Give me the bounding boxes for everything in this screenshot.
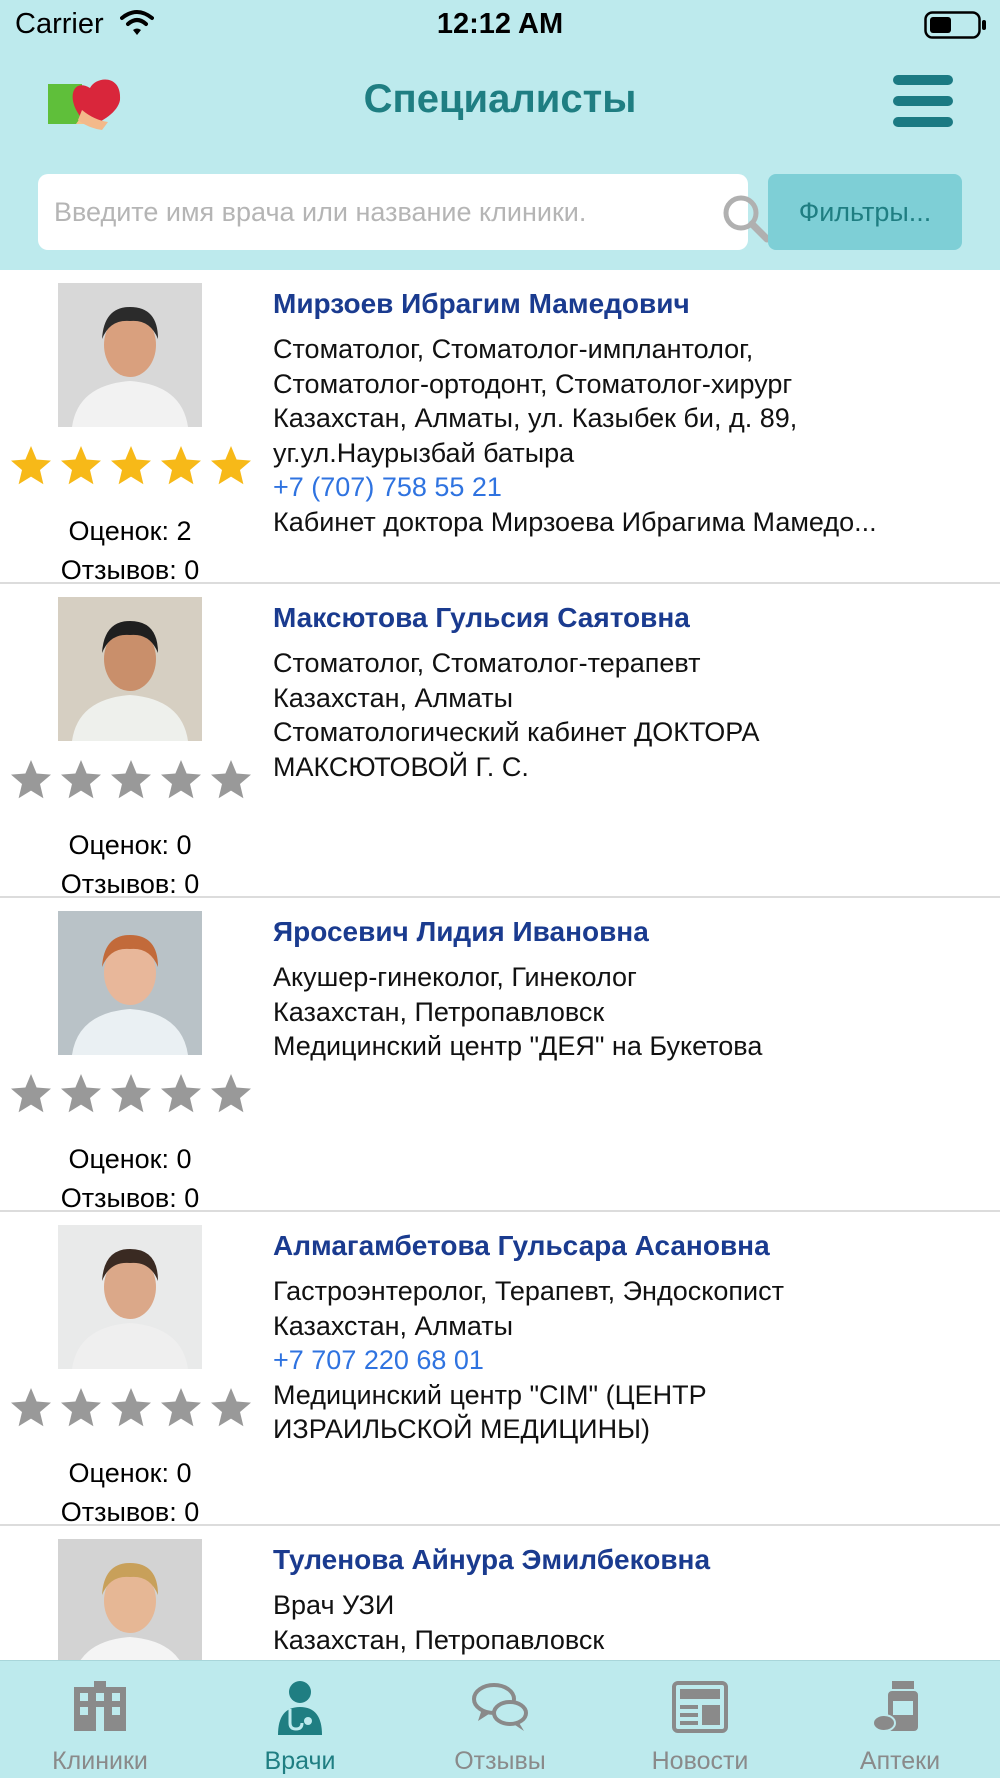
ratings-count: Оценок: 0 [68,830,192,860]
star-icon [58,757,108,803]
doctor-name[interactable]: Алмагамбетова Гульсара Асановна [273,1228,988,1264]
app-header: Carrier 12:12 AM Специалисты Фильтры... [0,0,1000,270]
doctor-detail: Медицинский центр "CIM" (ЦЕНТР [273,1379,707,1410]
tab-label: Клиники [52,1747,148,1775]
star-icon [58,443,108,489]
rating-counts: Оценок: 0 Отзывов: 0 [40,1454,220,1532]
doctor-card[interactable]: Оценок: 0 Отзывов: 0 Максютова Гульсия Сая… [0,584,1000,899]
doctor-detail: Стоматолог-ортодонт, Стоматолог-хирург [273,368,793,399]
doctor-info: Туленова Айнура Эмилбековна Врач УЗИ Казах… [273,1542,988,1657]
doctor-name[interactable]: Туленова Айнура Эмилбековна [273,1542,988,1578]
doctor-photo[interactable] [58,1225,202,1369]
rating-stars [8,757,258,803]
phone-link[interactable]: +7 707 220 68 01 [273,1343,988,1378]
doctor-detail: Казахстан, Алматы [273,682,514,713]
ratings-count: Оценок: 0 [68,1144,192,1174]
doctor-card[interactable]: Оценок: 0 Отзывов: 0 Алмагамбетова Гульсар… [0,1212,1000,1527]
rating-stars [8,1071,258,1117]
star-icon [108,1071,158,1117]
star-icon [58,1071,108,1117]
phone-link[interactable]: +7 (707) 758 55 21 [273,470,988,505]
tab-newspaper[interactable]: Новости [600,1661,800,1778]
star-icon [208,757,258,803]
star-icon [158,443,208,489]
rating-counts: Оценок: 2 Отзывов: 0 [40,512,220,590]
doctor-detail: Казахстан, Алматы [273,1310,514,1341]
tab-label: Отзывы [454,1747,546,1775]
star-icon [8,1071,58,1117]
page-title: Специалисты [363,77,637,121]
doctor-detail: Стоматологический кабинет ДОКТОРА [273,717,760,747]
star-icon [8,1385,58,1431]
hamburger-icon[interactable] [893,75,953,127]
doctor-list: Оценок: 2 Отзывов: 0 Мирзоев Ибрагим Мамед… [0,270,1000,1660]
doctor-info: Максютова Гульсия Саятовна Стоматолог, Ст… [273,600,988,784]
star-icon [158,757,208,803]
status-bar: Carrier 12:12 AM [0,0,1000,50]
ratings-count: Оценок: 2 [68,516,192,546]
star-icon [158,1385,208,1431]
star-icon [8,757,58,803]
tab-doctor[interactable]: Врачи [200,1661,400,1778]
doctor-detail: Стоматолог, Стоматолог-имплантолог, [273,334,754,364]
doctor-detail: Казахстан, Петропавловск [273,996,605,1027]
filters-button[interactable]: Фильтры... [768,174,962,250]
doctor-photo[interactable] [58,597,202,741]
rating-counts: Оценок: 0 Отзывов: 0 [40,826,220,904]
tab-bar: Клиники Врачи Отзывы Новости Аптеки [0,1660,1000,1778]
star-icon [108,443,158,489]
tab-chat-bubbles[interactable]: Отзывы [400,1661,600,1778]
doctor-photo[interactable] [58,911,202,1055]
doctor-detail: МАКСЮТОВОЙ Г. С. [273,751,529,782]
doctor-detail: Медицинский центр "ДЕЯ" на Букетова [273,1031,763,1061]
doctor-detail: уг.ул.Наурызбай батыра [273,437,575,468]
search-input[interactable] [54,174,694,250]
search-icon[interactable] [720,192,772,244]
rating-counts: Оценок: 0 Отзывов: 0 [40,1140,220,1218]
doctor-detail: Акушер-гинеколог, Гинеколог [273,962,637,992]
star-icon [208,443,258,489]
doctor-info: Алмагамбетова Гульсара Асановна Гастроэнт… [273,1228,988,1447]
star-icon [208,1385,258,1431]
doctor-name[interactable]: Мирзоев Ибрагим Мамедович [273,286,988,322]
rating-stars [8,1385,258,1431]
doctor-detail: Стоматолог, Стоматолог-терапевт [273,648,701,678]
doctor-card[interactable]: Туленова Айнура Эмилбековна Врач УЗИ Казах… [0,1526,1000,1660]
star-icon [8,443,58,489]
battery-icon [924,11,986,39]
star-icon [208,1071,258,1117]
search-bar [38,174,771,250]
tab-pills[interactable]: Аптеки [800,1661,1000,1778]
doctor-info: Яросевич Лидия Ивановна Акушер-гинеколог,… [273,914,988,1064]
doctor-photo[interactable] [58,283,202,427]
doctor-photo[interactable] [58,1539,202,1660]
doctor-detail: Казахстан, Алматы, ул. Казыбек би, д. 89… [273,403,798,433]
ratings-count: Оценок: 0 [68,1458,192,1488]
doctor-info: Мирзоев Ибрагим Мамедович Стоматолог, Сто… [273,286,988,539]
doctor-detail: ИЗРАИЛЬСКОЙ МЕДИЦИНЫ) [273,1414,650,1444]
doctor-detail: Врач УЗИ [273,1590,395,1620]
doctor-card[interactable]: Оценок: 0 Отзывов: 0 Яросевич Лидия Иванов… [0,898,1000,1213]
star-icon [108,1385,158,1431]
tab-label: Врачи [264,1747,336,1775]
rating-stars [8,443,258,489]
doctor-detail: Кабинет доктора Мирзоева Ибрагима Мамедо… [273,506,877,537]
doctor-detail: Гастроэнтеролог, Терапевт, Эндоскопист [273,1276,784,1306]
tab-clinic-building[interactable]: Клиники [0,1661,200,1778]
star-icon [58,1385,108,1431]
doctor-name[interactable]: Яросевич Лидия Ивановна [273,914,988,950]
tab-label: Новости [651,1747,749,1775]
star-icon [158,1071,208,1117]
tab-label: Аптеки [859,1747,941,1775]
star-icon [108,757,158,803]
status-clock: 12:12 AM [436,8,564,40]
doctor-card[interactable]: Оценок: 2 Отзывов: 0 Мирзоев Ибрагим Мамед… [0,270,1000,585]
doctor-detail: Казахстан, Петропавловск [273,1624,605,1655]
doctor-name[interactable]: Максютова Гульсия Саятовна [273,600,988,636]
